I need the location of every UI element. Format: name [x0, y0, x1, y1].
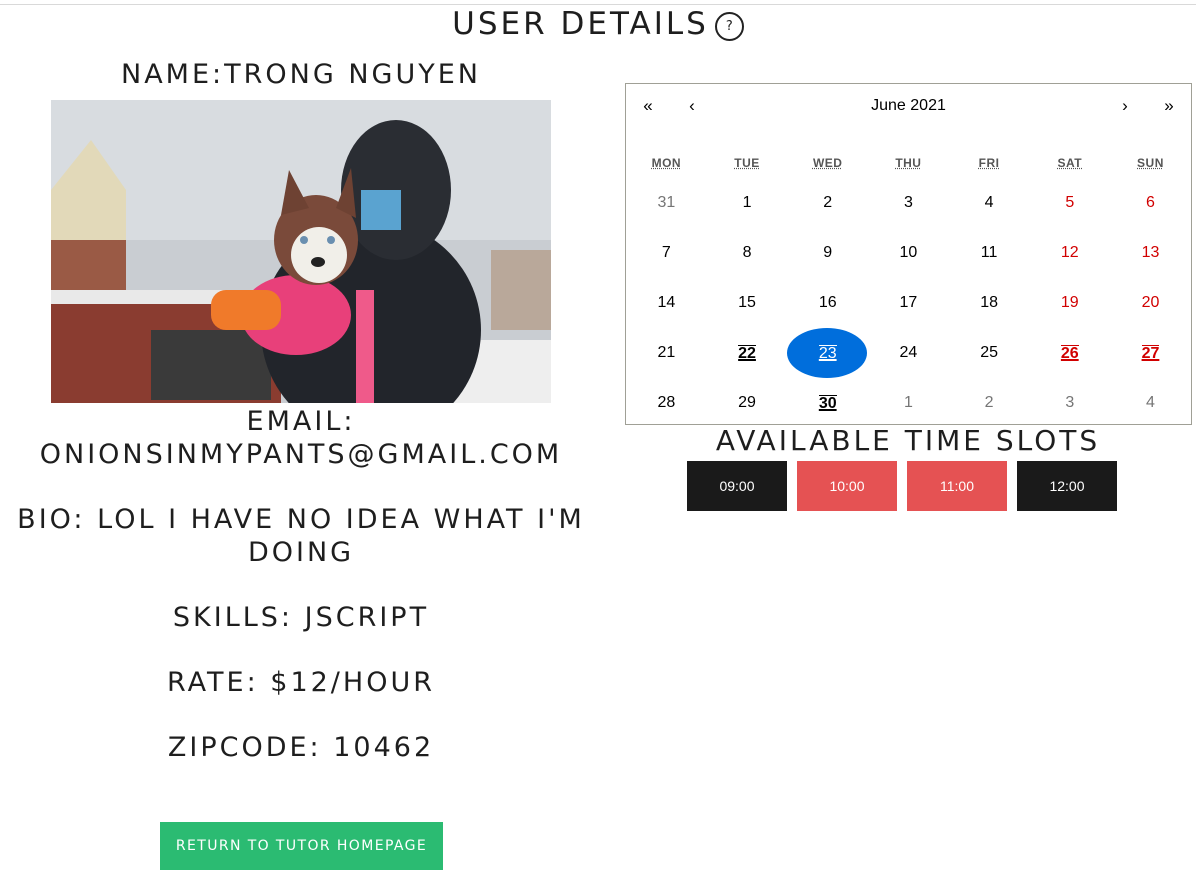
- calendar-day-number: 22: [738, 345, 756, 362]
- page-title-text: USER DETAILS: [452, 6, 709, 42]
- zipcode-text: ZIPCODE: 10462: [167, 732, 435, 763]
- calendar-day[interactable]: 12: [1029, 228, 1110, 278]
- calendar-day[interactable]: 4: [949, 178, 1030, 228]
- calendar-day[interactable]: 16: [787, 278, 868, 328]
- calendar-day[interactable]: 22: [707, 328, 788, 378]
- calendar-day-number: 24: [899, 344, 918, 361]
- tutor-name: NAME:TRONG NGUYEN: [121, 59, 481, 90]
- time-slot-button[interactable]: 12:00: [1017, 461, 1117, 511]
- calendar-day-number: 16: [818, 294, 837, 311]
- calendar-day[interactable]: 5: [1029, 178, 1110, 228]
- calendar-day-number: 1: [742, 194, 752, 211]
- calendar-day-number: 5: [1065, 194, 1075, 211]
- calendar-day-number: 17: [899, 294, 918, 311]
- calendar-day-number: 4: [1146, 394, 1155, 411]
- prev-year-button[interactable]: «: [626, 84, 670, 128]
- calendar-month-label[interactable]: June 2021: [714, 96, 1103, 116]
- calendar-day[interactable]: 25: [949, 328, 1030, 378]
- calendar-day-number: 27: [1141, 345, 1160, 362]
- page-title: USER DETAILS?: [0, 4, 1196, 44]
- rate-text: RATE: $12/HOUR: [167, 667, 435, 698]
- time-slot-button[interactable]: 10:00: [797, 461, 897, 511]
- calendar-day[interactable]: 10: [868, 228, 949, 278]
- calendar-day-number: 26: [1060, 345, 1079, 362]
- calendar-day-number: 18: [980, 294, 998, 311]
- next-year-button[interactable]: »: [1147, 84, 1191, 128]
- calendar-day[interactable]: 7: [626, 228, 707, 278]
- calendar-days-grid: 31 1 2 3 4 5 6 7 8 9 10 11 12 13 14 15 16 17 18 19 20 21 22 23 2…: [626, 178, 1191, 428]
- calendar: « ‹ June 2021 › » MON TUE WED THU FRI SA…: [625, 83, 1192, 425]
- calendar-day[interactable]: 24: [868, 328, 949, 378]
- calendar-day[interactable]: 8: [707, 228, 788, 278]
- calendar-day-number: 12: [1060, 244, 1079, 261]
- calendar-day-number: 9: [823, 244, 833, 261]
- time-slot-button[interactable]: 11:00: [907, 461, 1007, 511]
- calendar-day-number: 31: [657, 194, 676, 211]
- calendar-day[interactable]: 11: [949, 228, 1030, 278]
- calendar-day-number: 21: [657, 344, 676, 361]
- weekday-label: WED: [812, 156, 843, 170]
- calendar-day[interactable]: 27: [1110, 328, 1191, 378]
- calendar-day[interactable]: 20: [1110, 278, 1191, 328]
- calendar-day[interactable]: 2: [787, 178, 868, 228]
- calendar-day[interactable]: 3: [868, 178, 949, 228]
- weekday-label: SAT: [1057, 156, 1083, 170]
- calendar-day-number: 13: [1141, 244, 1160, 261]
- calendar-day[interactable]: 21: [626, 328, 707, 378]
- calendar-day-number: 15: [738, 294, 756, 311]
- time-slots-list: 09:00 10:00 11:00 12:00: [687, 461, 1117, 511]
- calendar-day-number: 2: [823, 194, 833, 211]
- time-slots-title: AVAILABLE TIME SLOTS: [715, 424, 1101, 457]
- calendar-day-number: 1: [903, 394, 913, 411]
- calendar-day-number: 23: [818, 345, 837, 362]
- calendar-day-number: 3: [903, 194, 913, 211]
- calendar-day-number: 11: [980, 244, 998, 261]
- profile-panel: NAME:TRONG NGUYEN EMAIL: ONIONSINMYPANTS…: [0, 58, 602, 764]
- weekday-label: SUN: [1137, 156, 1164, 170]
- next-month-button[interactable]: ›: [1103, 84, 1147, 128]
- calendar-day-number: 10: [899, 244, 918, 261]
- calendar-day[interactable]: 15: [707, 278, 788, 328]
- email-label: EMAIL:: [246, 406, 356, 437]
- calendar-day-number: 6: [1146, 194, 1155, 211]
- calendar-day[interactable]: 9: [787, 228, 868, 278]
- help-button[interactable]: ?: [714, 12, 744, 41]
- calendar-day[interactable]: 19: [1029, 278, 1110, 328]
- calendar-day[interactable]: 13: [1110, 228, 1191, 278]
- calendar-day[interactable]: 26: [1029, 328, 1110, 378]
- return-to-homepage-button[interactable]: RETURN TO TUTOR HOMEPAGE: [160, 822, 443, 870]
- profile-photo: [51, 100, 551, 403]
- calendar-day-number: 28: [657, 394, 676, 411]
- weekday-header: MON TUE WED THU FRI SAT SUN: [626, 148, 1191, 178]
- calendar-day-number: 3: [1065, 394, 1075, 411]
- calendar-day-number: 20: [1141, 294, 1160, 311]
- calendar-day[interactable]: 6: [1110, 178, 1191, 228]
- calendar-day-number: 8: [742, 244, 752, 261]
- calendar-day-number: 25: [980, 344, 998, 361]
- calendar-day[interactable]: 1: [707, 178, 788, 228]
- calendar-day-number: 2: [984, 394, 994, 411]
- calendar-day-number: 30: [818, 395, 837, 412]
- calendar-day[interactable]: 17: [868, 278, 949, 328]
- calendar-day[interactable]: 18: [949, 278, 1030, 328]
- calendar-day-number: 4: [984, 194, 994, 211]
- calendar-navigation: « ‹ June 2021 › »: [626, 84, 1191, 128]
- calendar-day-number: 19: [1060, 294, 1079, 311]
- calendar-day[interactable]: 31: [626, 178, 707, 228]
- weekday-label: TUE: [734, 156, 760, 170]
- skills-text: SKILLS: JSCRIPT: [172, 602, 430, 633]
- calendar-day[interactable]: 14: [626, 278, 707, 328]
- weekday-label: FRI: [978, 156, 1000, 170]
- prev-month-button[interactable]: ‹: [670, 84, 714, 128]
- weekday-label: MON: [651, 156, 682, 170]
- calendar-day[interactable]: 23: [787, 328, 868, 378]
- bio-text: BIO: LOL I HAVE NO IDEA WHAT I'M DOING: [17, 504, 585, 568]
- time-slot-button[interactable]: 09:00: [687, 461, 787, 511]
- calendar-day-number: 7: [661, 244, 671, 261]
- calendar-day-number: 14: [657, 294, 676, 311]
- weekday-label: THU: [895, 156, 922, 170]
- email-value: ONIONSINMYPANTS@GMAIL.COM: [39, 439, 563, 470]
- calendar-day-number: 29: [738, 394, 756, 411]
